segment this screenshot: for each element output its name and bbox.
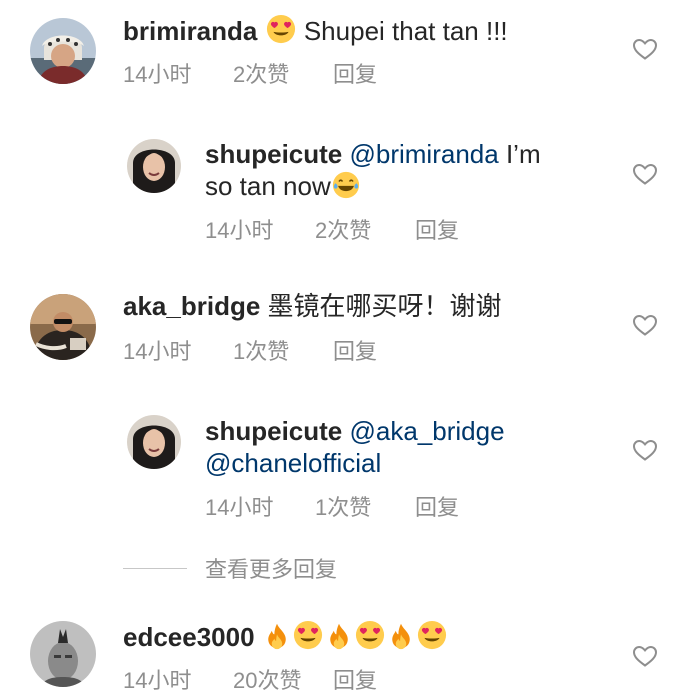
comment-body: shupeicute @aka_bridge @chanelofficial bbox=[205, 415, 635, 479]
divider bbox=[123, 567, 187, 569]
comment-likes[interactable]: 20次赞 bbox=[233, 663, 333, 695]
comment-body: edcee3000 bbox=[123, 620, 503, 653]
comment-text: so tan now bbox=[205, 171, 331, 201]
comment-username[interactable]: edcee3000 bbox=[123, 622, 255, 652]
tears-of-joy-emoji-icon bbox=[332, 171, 360, 199]
comment-username[interactable]: shupeicute bbox=[205, 139, 342, 169]
comment-time: 14小时 bbox=[205, 495, 274, 520]
comment-username[interactable]: aka_bridge bbox=[123, 291, 260, 321]
comment-body: shupeicute @brimiranda I’m so tan now bbox=[205, 138, 635, 202]
comment-likes[interactable]: 1次赞 bbox=[315, 490, 415, 522]
heart-eyes-emoji-icon bbox=[266, 14, 296, 44]
comment-time: 14小时 bbox=[205, 218, 274, 243]
heart-outline-icon[interactable] bbox=[632, 37, 658, 61]
comment-text: 墨镜在哪买呀！谢谢 bbox=[260, 291, 502, 321]
comment-meta: 14小时 2次赞 回复 bbox=[123, 57, 377, 89]
comment-time: 14小时 bbox=[123, 62, 192, 87]
heart-outline-icon[interactable] bbox=[632, 162, 658, 186]
reply-button[interactable]: 回复 bbox=[333, 663, 377, 695]
mention-link[interactable]: @aka_bridge bbox=[349, 416, 504, 446]
avatar[interactable] bbox=[30, 18, 96, 84]
avatar[interactable] bbox=[30, 621, 96, 687]
comment-username[interactable]: shupeicute bbox=[205, 416, 342, 446]
avatar[interactable] bbox=[127, 139, 181, 193]
heart-eyes-emoji-icon bbox=[293, 620, 323, 650]
reply-button[interactable]: 回复 bbox=[415, 490, 459, 522]
heart-eyes-emoji-icon bbox=[417, 620, 447, 650]
comment-meta: 14小时 2次赞 回复 bbox=[205, 213, 459, 245]
reply-button[interactable]: 回复 bbox=[333, 57, 377, 89]
comment-likes[interactable]: 2次赞 bbox=[315, 213, 415, 245]
view-more-label[interactable]: 查看更多回复 bbox=[205, 552, 337, 584]
comment-username[interactable]: brimiranda bbox=[123, 16, 257, 46]
comment-time: 14小时 bbox=[123, 339, 192, 364]
comment-meta: 14小时 20次赞 回复 bbox=[123, 663, 377, 695]
comment-meta: 14小时 1次赞 回复 bbox=[123, 334, 377, 366]
comment-likes[interactable]: 1次赞 bbox=[233, 334, 333, 366]
comment-time: 14小时 bbox=[123, 668, 192, 693]
comment-body: brimiranda Shupei that tan !!! bbox=[123, 14, 553, 47]
comment-meta: 14小时 1次赞 回复 bbox=[205, 490, 459, 522]
view-more-replies[interactable]: 查看更多回复 bbox=[123, 553, 337, 583]
mention-link[interactable]: @brimiranda bbox=[349, 139, 498, 169]
mention-link[interactable]: @chanelofficial bbox=[205, 448, 381, 478]
reply-button[interactable]: 回复 bbox=[333, 334, 377, 366]
avatar[interactable] bbox=[127, 415, 181, 469]
fire-emoji-icon bbox=[325, 622, 353, 650]
comment-text: I’m bbox=[498, 139, 541, 169]
fire-emoji-icon bbox=[263, 622, 291, 650]
reply-button[interactable]: 回复 bbox=[415, 213, 459, 245]
comment-text: Shupei that tan !!! bbox=[303, 16, 508, 46]
heart-outline-icon[interactable] bbox=[632, 644, 658, 668]
comment-likes[interactable]: 2次赞 bbox=[233, 57, 333, 89]
comment-body: aka_bridge 墨镜在哪买呀！谢谢 bbox=[123, 290, 553, 322]
fire-emoji-icon bbox=[387, 622, 415, 650]
avatar[interactable] bbox=[30, 294, 96, 360]
heart-outline-icon[interactable] bbox=[632, 438, 658, 462]
heart-outline-icon[interactable] bbox=[632, 313, 658, 337]
heart-eyes-emoji-icon bbox=[355, 620, 385, 650]
